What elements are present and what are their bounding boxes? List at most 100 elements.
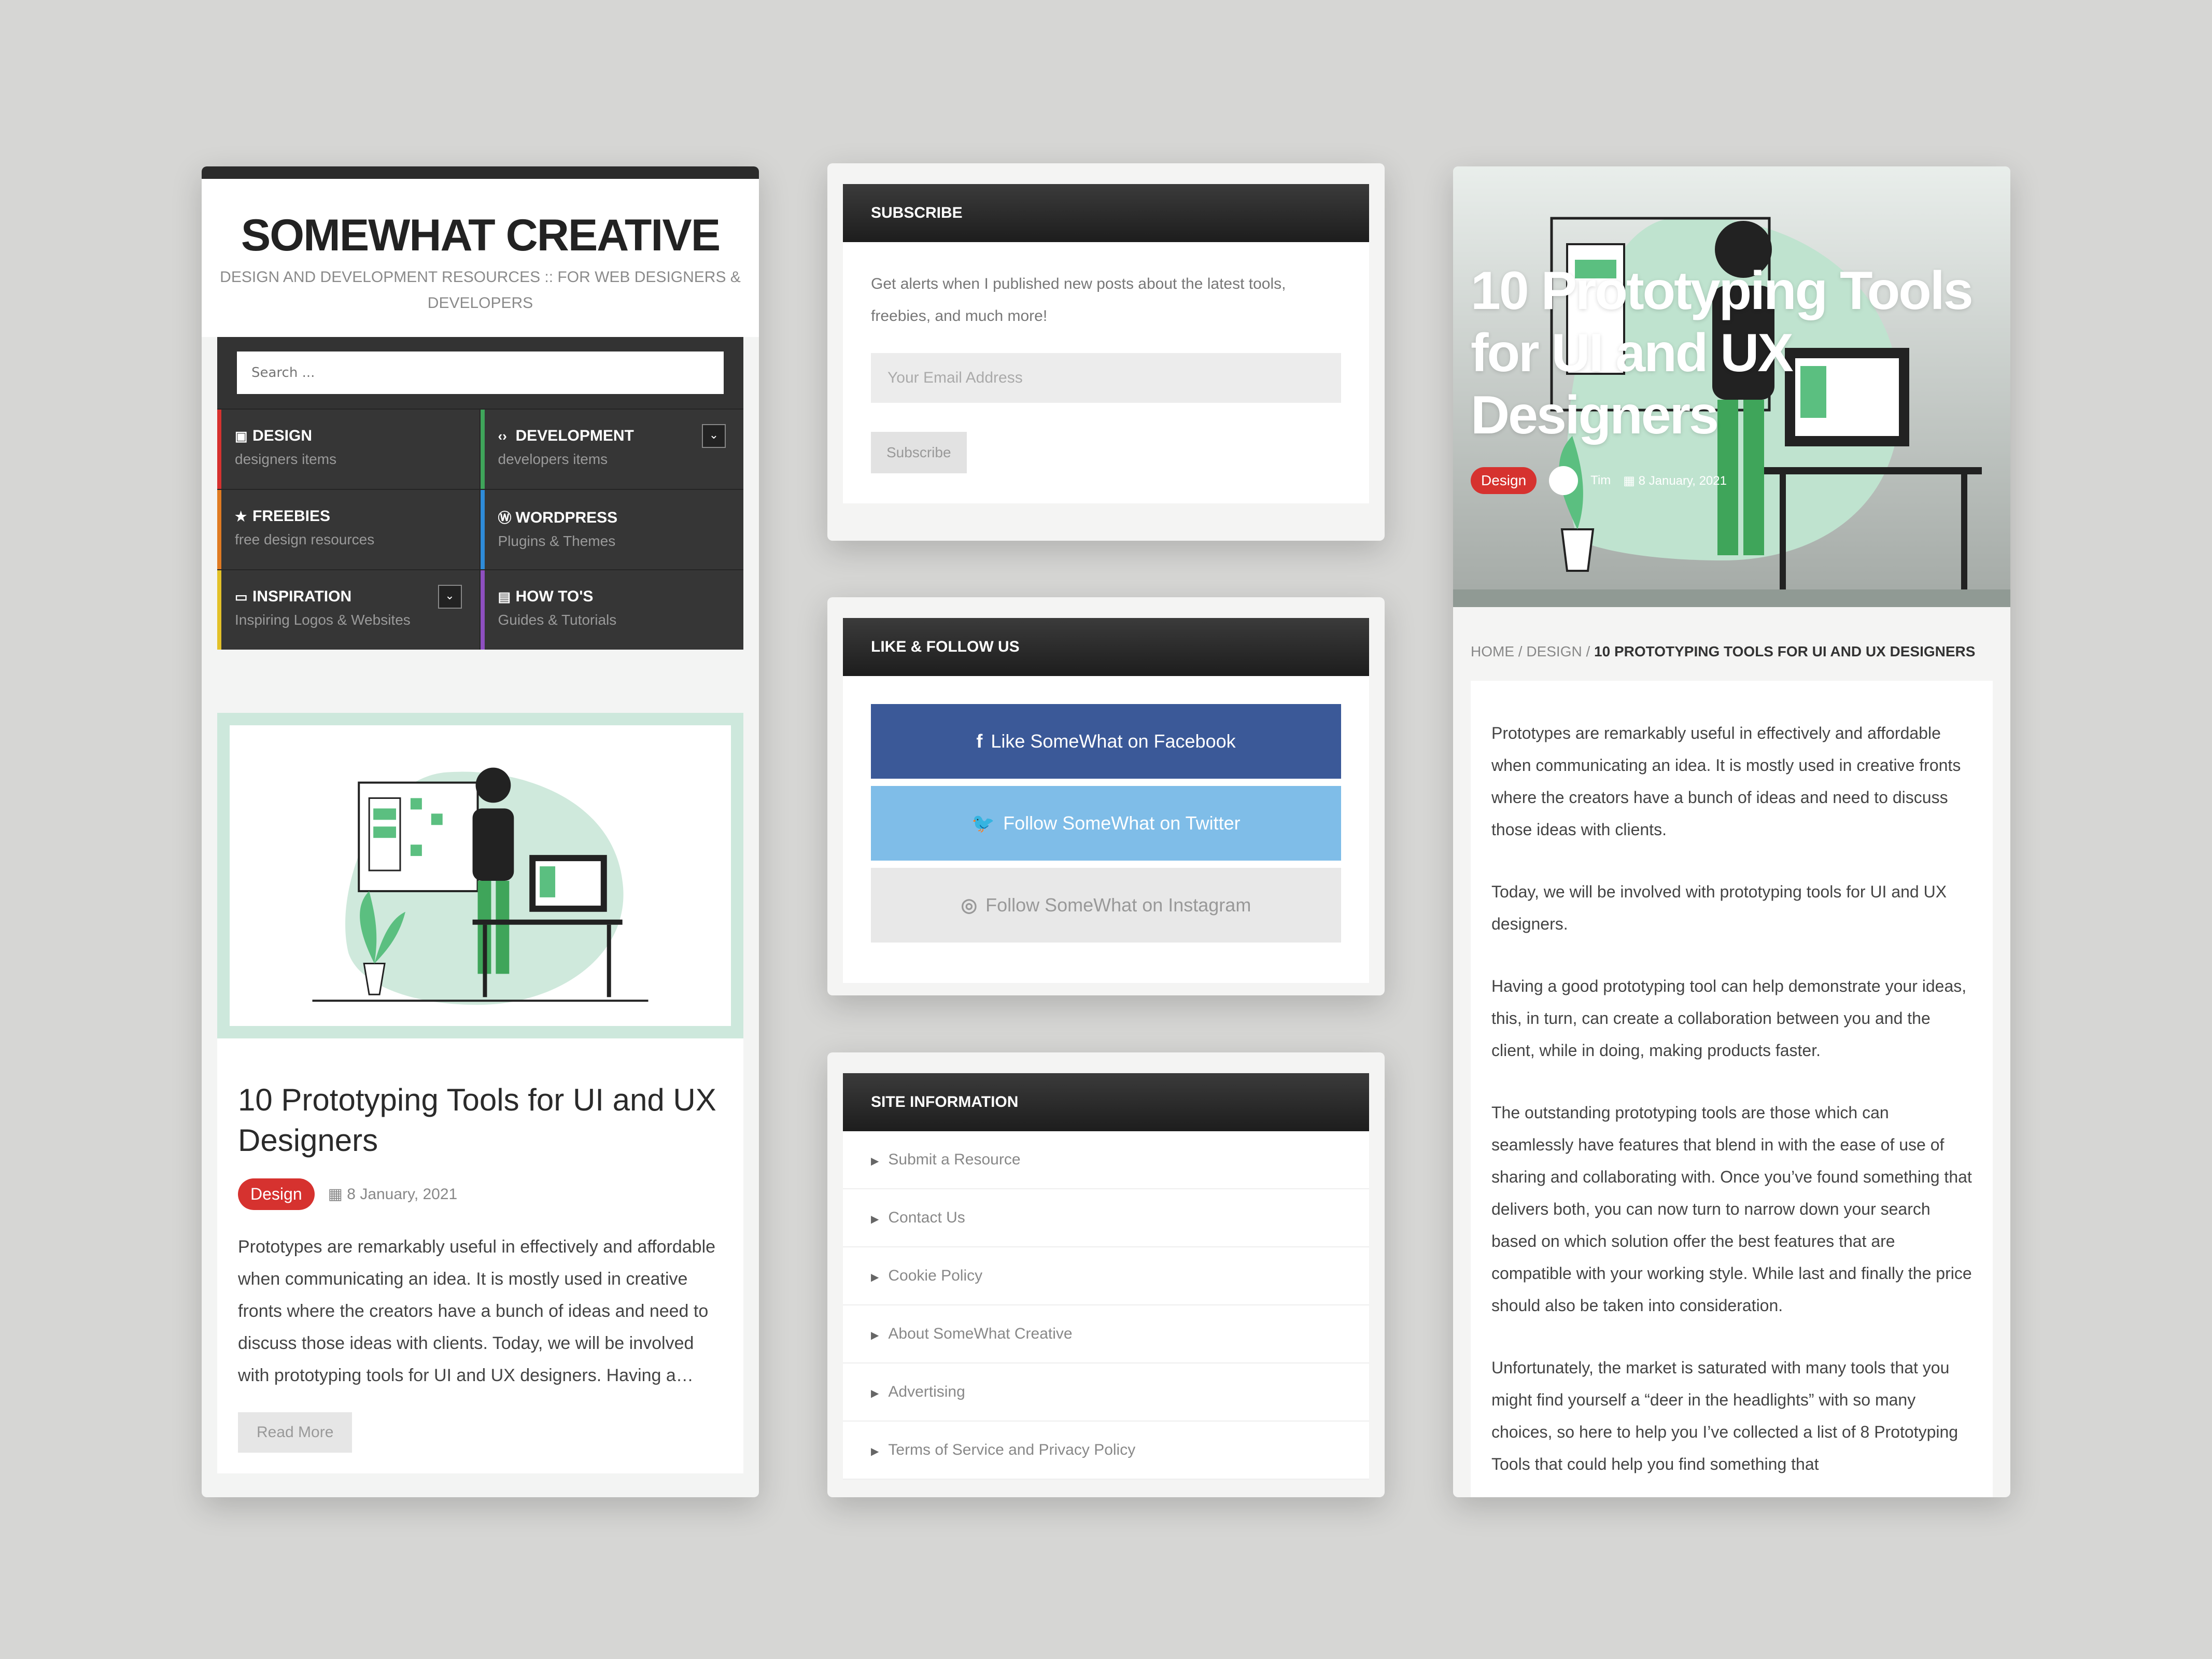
article-meta: Design Tim ▦ 8 January, 2021 bbox=[1471, 466, 1727, 495]
post-date-text: 8 January, 2021 bbox=[347, 1186, 458, 1203]
article-paragraph: Having a good prototyping tool can help … bbox=[1491, 977, 1967, 1060]
breadcrumb-current: 10 PROTOTYPING TOOLS FOR UI AND UX DESIG… bbox=[1594, 643, 1976, 659]
top-bar bbox=[202, 166, 759, 179]
nav-item-wordpress[interactable]: Ⓦ WORDPRESS Plugins & Themes bbox=[480, 489, 743, 569]
mobile-homepage-panel: SOMEWHAT CREATIVE DESIGN AND DEVELOPMENT… bbox=[202, 166, 759, 1497]
info-link-label: Advertising bbox=[888, 1383, 965, 1400]
nav-subtitle: designers items bbox=[235, 451, 337, 467]
caret-right-icon: ▶ bbox=[871, 1330, 879, 1341]
main-navigation: ▣DESIGN designers items ‹› DEVELOPMENT de… bbox=[217, 337, 743, 650]
article-hero: 10 Prototyping Tools for UI and UX Desig… bbox=[1453, 166, 2010, 607]
info-link-label: Submit a Resource bbox=[888, 1151, 1021, 1168]
instagram-button[interactable]: ◎ Follow SomeWhat on Instagram bbox=[871, 868, 1341, 943]
article-content: Prototypes are remarkably useful in effe… bbox=[1471, 681, 1993, 1497]
follow-body: f Like SomeWhat on Facebook 🐦 Follow SomeW… bbox=[843, 676, 1369, 983]
subscribe-button[interactable]: Subscribe bbox=[871, 432, 967, 473]
image-icon: ▣ bbox=[235, 428, 248, 444]
category-badge[interactable]: Design bbox=[1471, 467, 1537, 494]
follow-widget: LIKE & FOLLOW US f Like SomeWhat on Faceb… bbox=[827, 597, 1385, 995]
info-link[interactable]: ▶ About SomeWhat Creative bbox=[843, 1305, 1369, 1363]
nav-item-inspiration[interactable]: ▭ INSPIRATION Inspiring Logos & Websites … bbox=[217, 569, 481, 650]
breadcrumb-category[interactable]: DESIGN bbox=[1526, 643, 1582, 659]
nav-accent-bar bbox=[480, 490, 485, 569]
caret-right-icon: ▶ bbox=[871, 1156, 879, 1167]
email-field[interactable]: Your Email Address bbox=[871, 353, 1341, 403]
info-list: ▶ Submit a Resource ▶ Contact Us ▶ Cookie P… bbox=[843, 1131, 1369, 1480]
instagram-icon: ◎ bbox=[961, 894, 978, 916]
hero-strip bbox=[1453, 589, 2010, 607]
subscribe-text: Get alerts when I published new posts ab… bbox=[871, 275, 1286, 325]
info-link[interactable]: ▶ Advertising bbox=[843, 1363, 1369, 1422]
avatar bbox=[1549, 466, 1579, 495]
nav-title: INSPIRATION bbox=[252, 588, 352, 605]
info-link[interactable]: ▶ Contact Us bbox=[843, 1189, 1369, 1247]
caret-right-icon: ▶ bbox=[871, 1272, 879, 1283]
chevron-down-icon[interactable]: ⌄ bbox=[438, 585, 462, 609]
site-information-widget: SITE INFORMATION ▶ Submit a Resource ▶ Con… bbox=[827, 1052, 1385, 1497]
site-title[interactable]: SOMEWHAT CREATIVE bbox=[217, 210, 743, 261]
search-input[interactable] bbox=[237, 352, 724, 394]
nav-accent-bar bbox=[480, 570, 485, 650]
category-badge[interactable]: Design bbox=[238, 1178, 315, 1210]
nav-item-freebies[interactable]: ★ FREEBIES free design resources bbox=[217, 489, 481, 569]
nav-accent-bar bbox=[480, 410, 485, 489]
post-date: ▦ 8 January, 2021 bbox=[328, 1185, 458, 1203]
article-paragraph: Prototypes are remarkably useful in effe… bbox=[1491, 724, 1961, 839]
twitter-label: Follow SomeWhat on Twitter bbox=[1003, 812, 1241, 834]
nav-item-howtos[interactable]: ▤ HOW TO'S Guides & Tutorials bbox=[480, 569, 743, 650]
twitter-button[interactable]: 🐦 Follow SomeWhat on Twitter bbox=[871, 786, 1341, 861]
caret-right-icon: ▶ bbox=[871, 1214, 879, 1225]
post-thumbnail[interactable] bbox=[217, 713, 743, 1038]
monitor-icon: ▭ bbox=[235, 589, 248, 604]
instagram-label: Follow SomeWhat on Instagram bbox=[985, 894, 1251, 916]
subscribe-widget: SUBSCRIBE Get alerts when I published ne… bbox=[827, 163, 1385, 541]
widget-heading: LIKE & FOLLOW US bbox=[843, 618, 1369, 676]
nav-subtitle: Plugins & Themes bbox=[498, 533, 616, 549]
post-body: 10 Prototyping Tools for UI and UX Desig… bbox=[217, 1038, 743, 1473]
info-link-label: Terms of Service and Privacy Policy bbox=[888, 1441, 1136, 1458]
breadcrumb-home[interactable]: HOME bbox=[1471, 643, 1514, 659]
nav-subtitle: Guides & Tutorials bbox=[498, 612, 617, 628]
post-meta: Design ▦ 8 January, 2021 bbox=[238, 1178, 723, 1210]
calendar-icon: ▦ bbox=[328, 1186, 347, 1203]
info-link[interactable]: ▶ Cookie Policy bbox=[843, 1247, 1369, 1305]
article-page-panel: 10 Prototyping Tools for UI and UX Desig… bbox=[1453, 166, 2010, 1497]
code-icon: ‹› bbox=[498, 428, 507, 444]
nav-title: DESIGN bbox=[252, 427, 313, 444]
nav-subtitle: Inspiring Logos & Websites bbox=[235, 612, 411, 628]
info-link[interactable]: ▶ Submit a Resource bbox=[843, 1131, 1369, 1189]
wordpress-icon: Ⓦ bbox=[498, 510, 512, 526]
info-link[interactable]: ▶ Terms of Service and Privacy Policy bbox=[843, 1422, 1369, 1480]
nav-accent-bar bbox=[217, 410, 221, 489]
post-date: ▦ 8 January, 2021 bbox=[1623, 473, 1727, 488]
article-paragraph: Today, we will be involved with prototyp… bbox=[1491, 882, 1947, 933]
nav-item-development[interactable]: ‹› DEVELOPMENT developers items ⌄ bbox=[480, 409, 743, 489]
prototyping-illustration bbox=[230, 725, 731, 1026]
article-paragraph: Unfortunately, the market is saturated w… bbox=[1491, 1358, 1959, 1473]
widget-heading: SITE INFORMATION bbox=[843, 1073, 1369, 1131]
nav-item-design[interactable]: ▣ DESIGN designers items bbox=[217, 409, 481, 489]
author-name[interactable]: Tim bbox=[1590, 473, 1611, 488]
site-header: SOMEWHAT CREATIVE DESIGN AND DEVELOPMENT… bbox=[202, 179, 759, 337]
twitter-icon: 🐦 bbox=[971, 812, 995, 834]
info-link-label: Cookie Policy bbox=[888, 1267, 983, 1284]
nav-title: FREEBIES bbox=[252, 508, 331, 525]
caret-right-icon: ▶ bbox=[871, 1388, 879, 1399]
nav-accent-bar bbox=[217, 490, 221, 569]
book-icon: ▤ bbox=[498, 589, 511, 604]
nav-accent-bar bbox=[217, 570, 221, 650]
facebook-button[interactable]: f Like SomeWhat on Facebook bbox=[871, 704, 1341, 779]
nav-subtitle: free design resources bbox=[235, 531, 375, 547]
nav-title: WORDPRESS bbox=[515, 509, 618, 526]
chevron-down-icon[interactable]: ⌄ bbox=[702, 424, 726, 448]
facebook-icon: f bbox=[976, 730, 983, 752]
post-excerpt: Prototypes are remarkably useful in effe… bbox=[238, 1237, 716, 1385]
facebook-label: Like SomeWhat on Facebook bbox=[991, 730, 1236, 752]
nav-title: DEVELOPMENT bbox=[515, 427, 634, 444]
post-title[interactable]: 10 Prototyping Tools for UI and UX Desig… bbox=[238, 1080, 723, 1161]
nav-grid: ▣ DESIGN designers items ‹› DEVELOPMENT de… bbox=[217, 409, 743, 650]
widget-heading: SUBSCRIBE bbox=[843, 184, 1369, 242]
info-link-label: Contact Us bbox=[888, 1209, 965, 1226]
read-more-button[interactable]: Read More bbox=[238, 1412, 353, 1453]
nav-subtitle: developers items bbox=[498, 451, 608, 467]
